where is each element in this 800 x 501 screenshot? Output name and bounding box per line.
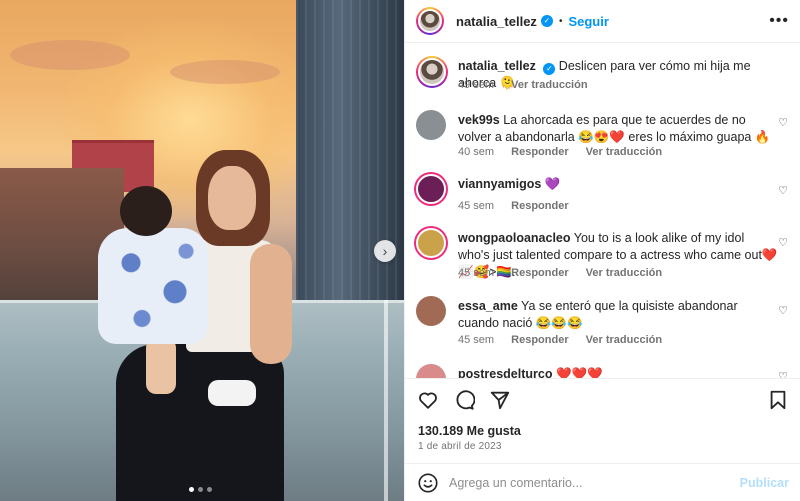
comment-username[interactable]: essa_ame [458, 299, 518, 313]
carousel-dot [207, 487, 212, 492]
reply-button[interactable]: Responder [511, 267, 568, 279]
comment-text: essa_ame Ya se enteró que la quisiste ab… [458, 298, 778, 332]
reply-button[interactable]: Responder [511, 200, 568, 212]
avatar[interactable] [416, 7, 444, 35]
comment-body: 💜 [544, 177, 561, 191]
caption: natalia_tellez ✓ Deslicen para ver cómo … [416, 56, 788, 102]
avatar-image [418, 58, 446, 86]
comment-meta: 45 sem Responder [458, 200, 583, 212]
comment-age: 45 sem [458, 334, 495, 346]
publish-button[interactable]: Publicar [740, 476, 789, 490]
avatar[interactable] [416, 228, 446, 258]
separator-dot: • [558, 15, 563, 27]
face [208, 166, 256, 230]
avatar[interactable] [416, 364, 446, 378]
post-date: 1 de abril de 2023 [418, 441, 502, 452]
verified-icon: ✓ [540, 15, 553, 27]
comment-username[interactable]: vek99s [458, 113, 500, 127]
arm [250, 244, 292, 364]
comment-body: La ahorcada es para que te acuerdes de n… [458, 113, 771, 144]
avatar-image [418, 9, 442, 33]
baby-shoe [208, 380, 256, 406]
like-heart-icon[interactable] [417, 389, 439, 411]
likes-count[interactable]: 130.189 Me gusta [418, 424, 521, 438]
comment: postresdelturco ❤️❤️❤️ ♡ [416, 364, 788, 378]
carousel-dots [189, 487, 212, 492]
reply-button[interactable]: Responder [511, 146, 568, 158]
translate-link[interactable]: Ver traducción [511, 79, 587, 91]
add-comment-bar: Publicar [405, 463, 800, 501]
reply-button[interactable]: Responder [511, 334, 568, 346]
comment-text: viannyamigos 💜 [458, 176, 778, 193]
translate-link[interactable]: Ver traducción [586, 267, 662, 279]
comment-meta: 45 sem Responder Ver traducción [458, 334, 676, 346]
comment: wongpaoloanacleo You to is a look alike … [416, 228, 788, 280]
comment: vek99s La ahorcada es para que te acuerd… [416, 110, 788, 160]
post-media[interactable]: › [0, 0, 404, 501]
comment-bubble-icon[interactable] [453, 389, 475, 411]
comment-username[interactable]: viannyamigos [458, 177, 541, 191]
avatar[interactable] [416, 174, 446, 204]
post-panel: natalia_tellez ✓ • Seguir ••• natalia_te… [404, 0, 800, 501]
comment-age: 45 sem [458, 200, 495, 212]
comment-text: vek99s La ahorcada es para que te acuerd… [458, 112, 778, 146]
like-comment-icon[interactable]: ♡ [778, 304, 788, 317]
save-bookmark-icon[interactable] [767, 389, 789, 411]
comment-username[interactable]: postresdelturco [458, 367, 552, 378]
carousel-next-button[interactable]: › [374, 240, 396, 262]
baby-dress [98, 228, 208, 344]
comment-age: 40 sem [458, 146, 495, 158]
carousel-dot [198, 487, 203, 492]
verified-icon: ✓ [543, 63, 556, 75]
translate-link[interactable]: Ver traducción [586, 146, 662, 158]
baby-head [120, 186, 172, 236]
header-username[interactable]: natalia_tellez [456, 14, 537, 29]
avatar[interactable] [416, 296, 446, 326]
comment-meta: 40 sem Responder Ver traducción [458, 146, 676, 158]
comment-age: 45 sem [458, 267, 495, 279]
carousel-dot [189, 487, 194, 492]
avatar[interactable] [416, 110, 446, 140]
emoji-icon[interactable] [417, 472, 439, 494]
avatar[interactable] [416, 56, 448, 88]
cloud [10, 40, 130, 70]
comment-meta: 45 sem Responder Ver traducción [458, 267, 676, 279]
follow-button[interactable]: Seguir [568, 14, 608, 29]
ruffled-skirt [116, 344, 284, 501]
baby-legs [146, 338, 176, 394]
share-paper-plane-icon[interactable] [489, 389, 511, 411]
caption-meta: 49 sem Ver traducción [458, 79, 602, 91]
post-header: natalia_tellez ✓ • Seguir ••• [405, 0, 800, 43]
comment: viannyamigos 💜 45 sem Responder ♡ [416, 174, 788, 214]
like-comment-icon[interactable]: ♡ [778, 236, 788, 249]
comment-body: ❤️❤️❤️ [555, 367, 603, 378]
comment: essa_ame Ya se enteró que la quisiste ab… [416, 296, 788, 348]
cloud [170, 60, 280, 84]
like-comment-icon[interactable]: ♡ [778, 370, 788, 378]
comments-list[interactable]: natalia_tellez ✓ Deslicen para ver cómo … [405, 44, 800, 378]
like-comment-icon[interactable]: ♡ [778, 116, 788, 129]
caption-age: 49 sem [458, 79, 495, 91]
translate-link[interactable]: Ver traducción [586, 334, 662, 346]
comment-text: postresdelturco ❤️❤️❤️ [458, 366, 778, 378]
caption-username[interactable]: natalia_tellez [458, 59, 536, 73]
railing-pole [384, 300, 388, 501]
action-bar [417, 389, 511, 411]
like-comment-icon[interactable]: ♡ [778, 184, 788, 197]
comment-username[interactable]: wongpaoloanacleo [458, 231, 571, 245]
comment-input[interactable] [449, 476, 729, 490]
post-footer: 130.189 Me gusta 1 de abril de 2023 Publ… [405, 378, 800, 501]
more-options-icon[interactable]: ••• [769, 12, 789, 30]
